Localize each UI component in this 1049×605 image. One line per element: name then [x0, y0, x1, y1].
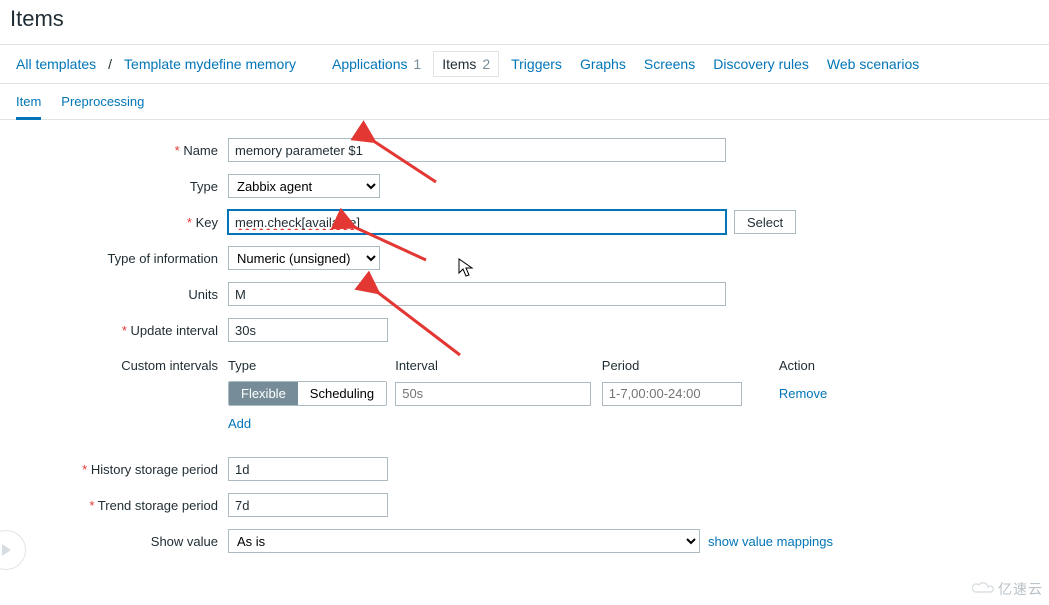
show-value-select[interactable]: As is: [228, 529, 700, 553]
nav-items-count: 2: [482, 56, 490, 72]
nav-items-label: Items: [442, 56, 476, 72]
tab-item[interactable]: Item: [16, 94, 41, 120]
nav-graphs[interactable]: Graphs: [574, 52, 632, 76]
show-value-mappings-link[interactable]: show value mappings: [708, 534, 833, 549]
interval-value-input[interactable]: [395, 382, 591, 406]
breadcrumb: All templates / Template mydefine memory…: [0, 44, 1049, 84]
label-info-type: Type of information: [0, 251, 228, 266]
label-units: Units: [0, 287, 228, 302]
nav-items-current: Items 2: [433, 51, 499, 77]
nav-applications-label: Applications: [332, 56, 408, 72]
label-trend: Trend storage period: [0, 498, 228, 513]
watermark-text: 亿速云: [998, 579, 1043, 599]
interval-type-segment: Flexible Scheduling: [228, 381, 387, 406]
units-input[interactable]: [228, 282, 726, 306]
page-title: Items: [0, 0, 1049, 44]
col-head-period: Period: [602, 354, 779, 381]
col-head-action: Action: [779, 354, 828, 381]
label-key: Key: [0, 215, 228, 230]
nav-applications-count: 1: [413, 56, 421, 72]
breadcrumb-template[interactable]: Template mydefine memory: [118, 52, 302, 76]
nav-triggers[interactable]: Triggers: [505, 52, 568, 76]
sub-tabs: Item Preprocessing: [0, 84, 1049, 120]
interval-period-input[interactable]: [602, 382, 742, 406]
col-head-type: Type: [228, 354, 395, 381]
label-show-value: Show value: [0, 534, 228, 549]
custom-intervals-block: Type Interval Period Action Flexible Sch…: [228, 354, 828, 431]
watermark: 亿速云: [972, 579, 1043, 599]
label-custom-intervals: Custom intervals: [0, 354, 228, 373]
name-input[interactable]: [228, 138, 726, 162]
key-input[interactable]: [228, 210, 726, 234]
seg-scheduling[interactable]: Scheduling: [298, 382, 386, 405]
interval-remove-link[interactable]: Remove: [779, 386, 827, 401]
trend-input[interactable]: [228, 493, 388, 517]
interval-add-link[interactable]: Add: [228, 416, 251, 431]
label-name: Name: [0, 143, 228, 158]
label-type: Type: [0, 179, 228, 194]
history-input[interactable]: [228, 457, 388, 481]
nav-discovery-rules[interactable]: Discovery rules: [707, 52, 815, 76]
type-select[interactable]: Zabbix agent: [228, 174, 380, 198]
update-interval-input[interactable]: [228, 318, 388, 342]
col-head-interval: Interval: [395, 354, 602, 381]
breadcrumb-all-templates[interactable]: All templates: [10, 52, 102, 76]
nav-applications[interactable]: Applications 1: [326, 52, 427, 76]
breadcrumb-separator: /: [108, 56, 112, 72]
info-type-select[interactable]: Numeric (unsigned): [228, 246, 380, 270]
seg-flexible[interactable]: Flexible: [229, 382, 298, 405]
label-update-interval: Update interval: [0, 323, 228, 338]
select-button[interactable]: Select: [734, 210, 796, 234]
label-history: History storage period: [0, 462, 228, 477]
item-form: Name Type Zabbix agent Key Select Type o…: [0, 120, 1049, 605]
tab-preprocessing[interactable]: Preprocessing: [61, 94, 144, 119]
nav-web-scenarios[interactable]: Web scenarios: [821, 52, 925, 76]
nav-screens[interactable]: Screens: [638, 52, 701, 76]
